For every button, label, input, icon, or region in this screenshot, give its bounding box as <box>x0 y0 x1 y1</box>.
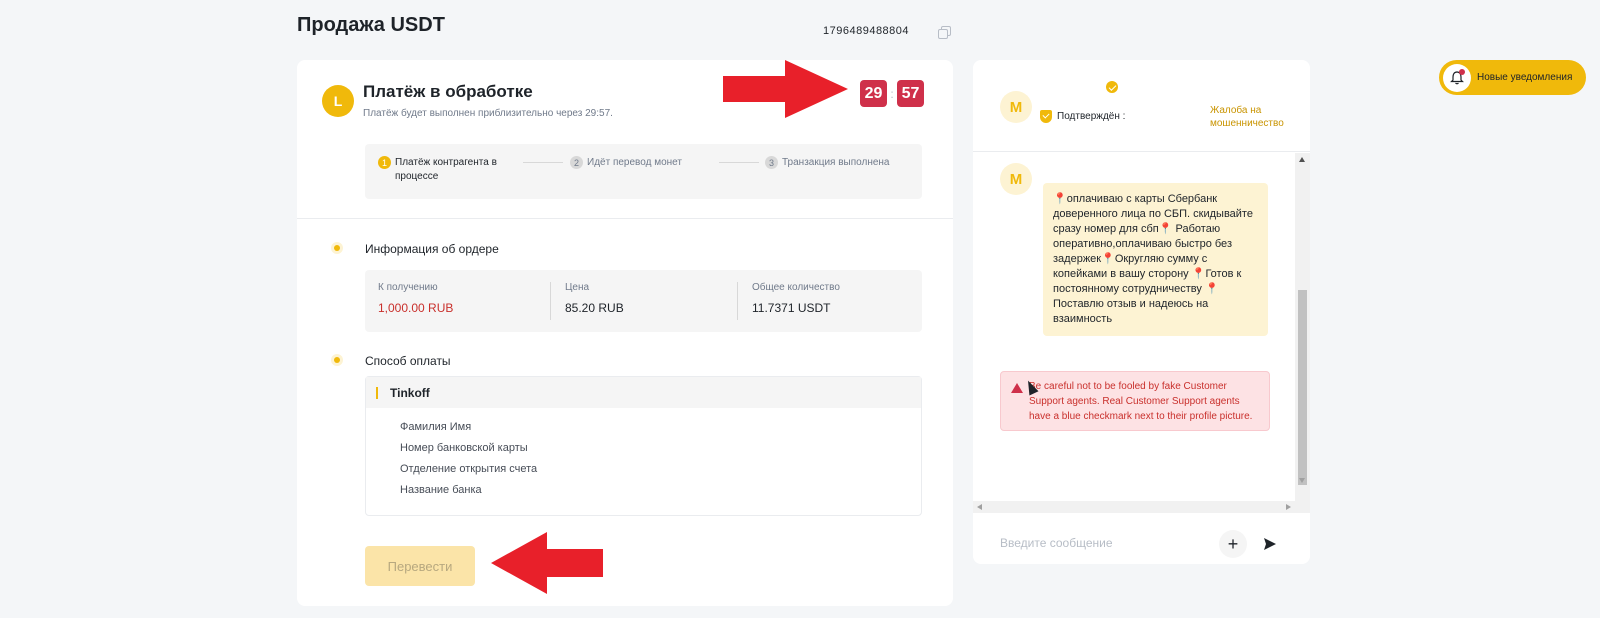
price-col: Цена 85.20 RUB <box>565 282 624 315</box>
pin-icon: 📍 <box>1053 193 1067 205</box>
receive-col: К получению 1,000.00 RUB <box>378 282 453 315</box>
scroll-right-icon[interactable] <box>1286 504 1291 510</box>
send-icon <box>1264 538 1276 550</box>
scroll-left-icon[interactable] <box>977 504 982 510</box>
merchant-badge-icon <box>1106 81 1118 93</box>
divider <box>297 218 953 219</box>
timer-seconds: 57 <box>897 80 924 107</box>
scam-warning: Be careful not to be fooled by fake Cust… <box>1000 371 1270 431</box>
timer-separator: : <box>890 86 894 101</box>
chat-header: M Подтверждён : Жалоба на мошенничество <box>973 60 1310 152</box>
countdown-timer: 29 : 57 <box>860 80 924 107</box>
copy-icon[interactable] <box>938 26 951 39</box>
total-value: 11.7371 USDT <box>752 301 831 315</box>
scrollbar-thumb[interactable] <box>1298 290 1307 485</box>
price-label: Цена <box>565 282 590 293</box>
chat-panel: M Подтверждён : Жалоба на мошенничество … <box>973 60 1310 564</box>
horizontal-scrollbar[interactable] <box>973 501 1295 513</box>
shield-check-icon <box>1040 110 1052 123</box>
step-number: 3 <box>765 156 778 169</box>
step-1: 1 Платёж контрагента в процессе <box>378 156 513 184</box>
price-value: 85.20 RUB <box>565 301 624 315</box>
chat-message: 📍оплачиваю с карты Сбербанк доверенного … <box>1043 183 1268 336</box>
verified-status: Подтверждён : <box>1040 110 1125 123</box>
pin-icon: 📍 <box>1204 283 1219 295</box>
order-info-title: Информация об ордере <box>365 242 499 256</box>
message-text: Поставлю отзыв и надеюсь на взаимность <box>1053 298 1209 325</box>
message-input[interactable] <box>1000 533 1210 553</box>
section-dot <box>334 357 340 363</box>
chat-messages[interactable]: M 📍оплачиваю с карты Сбербанк доверенног… <box>973 153 1310 513</box>
section-dot <box>334 245 340 251</box>
transfer-button[interactable]: Перевести <box>365 546 475 586</box>
red-arrow-left-icon <box>491 532 603 594</box>
vertical-scrollbar[interactable] <box>1295 153 1310 513</box>
notifications-button[interactable]: Новые уведомления <box>1439 60 1586 95</box>
step-number: 2 <box>570 156 583 169</box>
counterparty-avatar: M <box>1000 91 1032 123</box>
scroll-up-icon[interactable] <box>1299 157 1305 162</box>
pin-icon: 📍 <box>1158 223 1173 235</box>
pin-icon: 📍 <box>1191 268 1206 280</box>
warning-icon <box>1011 383 1023 393</box>
notification-dot <box>1459 68 1465 75</box>
payment-field: Номер банковской карты <box>400 442 528 454</box>
order-id: 1796489488804 <box>823 25 910 37</box>
timer-minutes: 29 <box>860 80 887 107</box>
column-divider <box>550 282 551 320</box>
step-2: 2 Идёт перевод монет <box>570 156 682 170</box>
bell-icon <box>1443 63 1471 92</box>
receive-value: 1,000.00 RUB <box>378 301 454 315</box>
payment-field: Фамилия Имя <box>400 421 472 433</box>
payment-method-box: Tinkoff Фамилия Имя Номер банковской кар… <box>365 376 922 516</box>
scroll-down-icon[interactable] <box>1299 478 1305 483</box>
send-button[interactable] <box>1256 530 1284 558</box>
message-avatar: M <box>1000 163 1032 195</box>
payment-field: Название банка <box>400 484 482 496</box>
pin-icon: 📍 <box>1101 253 1115 265</box>
report-fraud-link[interactable]: Жалоба на мошенничество <box>1210 104 1300 130</box>
status-title: Платёж в обработке <box>363 82 533 101</box>
step-label: Транзакция выполнена <box>782 157 890 168</box>
step-3: 3 Транзакция выполнена <box>765 156 889 170</box>
total-col: Общее количество 11.7371 USDT <box>752 282 840 315</box>
verified-label: Подтверждён : <box>1057 111 1126 122</box>
step-connector <box>719 162 759 163</box>
accent-bar <box>376 386 378 399</box>
payment-title: Способ оплаты <box>365 354 451 368</box>
message-text: оплачиваю с карты Сбербанк доверенного л… <box>1053 193 1253 235</box>
page-title: Продажа USDT <box>297 14 445 36</box>
attach-plus-button[interactable]: + <box>1219 530 1247 558</box>
progress-steps: 1 Платёж контрагента в процессе 2 Идёт п… <box>365 144 922 199</box>
step-label: Платёж контрагента в процессе <box>395 157 497 182</box>
order-info-box: К получению 1,000.00 RUB Цена 85.20 RUB … <box>365 270 922 332</box>
total-label: Общее количество <box>752 282 840 293</box>
receive-label: К получению <box>378 282 438 293</box>
payment-fields: Фамилия Имя Номер банковской карты Отдел… <box>366 408 921 505</box>
payment-method-header: Tinkoff <box>366 377 921 408</box>
red-arrow-right-icon <box>723 60 848 118</box>
step-connector <box>523 162 563 163</box>
payment-field: Отделение открытия счета <box>400 463 538 475</box>
step-label: Идёт перевод монет <box>587 157 682 168</box>
step-number: 1 <box>378 156 391 169</box>
notifications-label: Новые уведомления <box>1477 72 1573 83</box>
payment-method-name: Tinkoff <box>390 385 430 400</box>
column-divider <box>737 282 738 320</box>
warning-text: Be careful not to be fooled by fake Cust… <box>1029 381 1253 422</box>
status-avatar: L <box>322 85 354 117</box>
status-subtitle: Платёж будет выполнен приблизительно чер… <box>363 108 613 119</box>
order-card: L Платёж в обработке Платёж будет выполн… <box>297 60 953 606</box>
